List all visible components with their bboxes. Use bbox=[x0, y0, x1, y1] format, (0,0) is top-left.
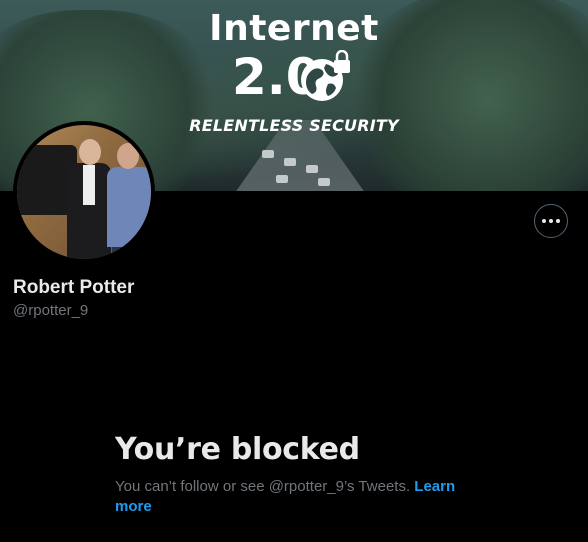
more-horizontal-icon bbox=[542, 219, 546, 223]
blocked-message-text: You can’t follow or see @rpotter_9’s Twe… bbox=[115, 478, 411, 495]
avatar-person-left-shirt bbox=[83, 165, 95, 205]
avatar-person-right-head bbox=[117, 143, 139, 169]
banner-car bbox=[284, 158, 296, 166]
globe-lock-icon bbox=[301, 50, 350, 101]
more-horizontal-icon bbox=[549, 219, 553, 223]
blocked-message: You can’t follow or see @rpotter_9’s Twe… bbox=[115, 477, 465, 517]
banner-brand-title: Internet bbox=[209, 8, 379, 49]
avatar-person-right bbox=[107, 167, 151, 247]
banner-car bbox=[262, 150, 274, 158]
avatar-person-left-head bbox=[79, 139, 101, 165]
banner-car bbox=[276, 175, 288, 183]
more-horizontal-icon bbox=[556, 219, 560, 223]
profile-handle: @rpotter_9 bbox=[13, 302, 89, 319]
avatar[interactable] bbox=[13, 121, 155, 263]
banner-car bbox=[318, 178, 330, 186]
profile-name: Robert Potter bbox=[13, 277, 135, 298]
banner-car bbox=[306, 165, 318, 173]
blocked-title: You’re blocked bbox=[115, 432, 360, 467]
more-options-button[interactable] bbox=[534, 204, 568, 238]
